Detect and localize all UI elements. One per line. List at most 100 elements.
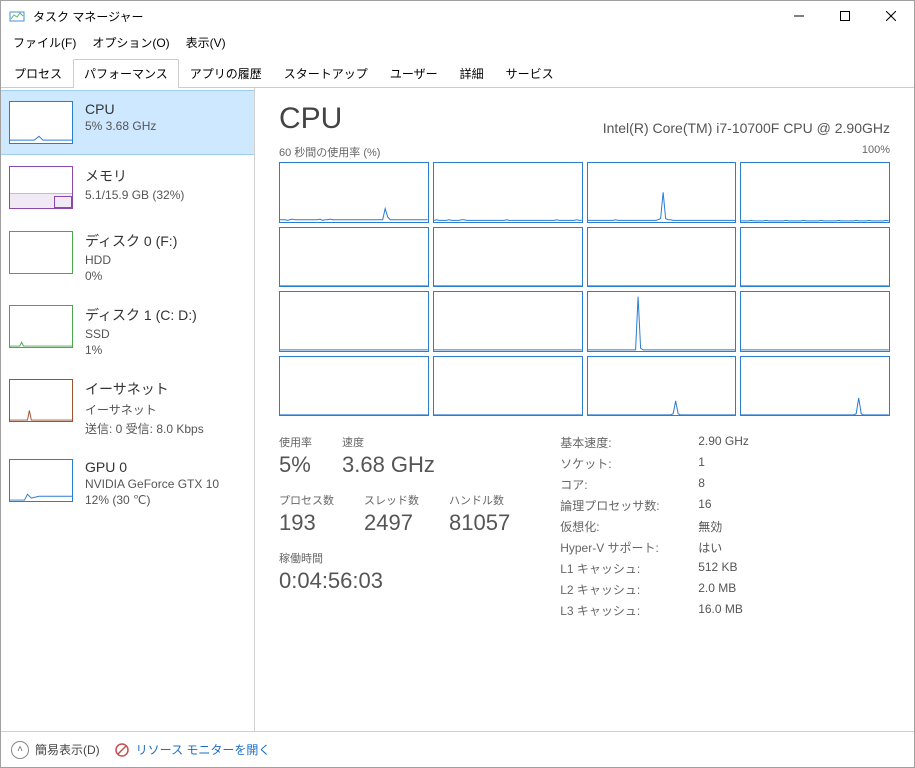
fewer-details-label: 簡易表示(D) (35, 741, 100, 758)
sidebar-eth-sub2: 送信: 0 受信: 8.0 Kbps (85, 420, 204, 437)
fewer-details-button[interactable]: ˄ 簡易表示(D) (11, 741, 100, 759)
sidebar-item-memory[interactable]: メモリ 5.1/15.9 GB (32%) (1, 155, 254, 220)
thumb-gpu0 (9, 459, 73, 502)
speed-label: 速度 (342, 434, 435, 450)
sidebar-eth-title: イーサネット (85, 379, 204, 399)
sidebar-item-ethernet[interactable]: イーサネット イーサネット 送信: 0 受信: 8.0 Kbps (1, 368, 254, 448)
thumb-cpu (9, 101, 73, 144)
cpu-core-cell-13 (433, 356, 583, 417)
sidebar-gpu-title: GPU 0 (85, 459, 219, 475)
chart-label-left: 60 秒間の使用率 (%) (279, 144, 380, 160)
cpu-core-cell-6 (587, 227, 737, 288)
sidebar-disk0-sub1: HDD (85, 253, 177, 267)
sidebar-memory-sub: 5.1/15.9 GB (32%) (85, 188, 184, 202)
chart-label-right: 100% (862, 144, 890, 160)
sidebar-disk0-title: ディスク 0 (F:) (85, 231, 177, 251)
handles-label: ハンドル数 (449, 492, 510, 508)
sidebar-disk0-sub2: 0% (85, 269, 177, 283)
page-title: CPU (279, 102, 342, 136)
processes-label: プロセス数 (279, 492, 334, 508)
menu-view[interactable]: 表示(V) (178, 32, 234, 53)
tab-app-history[interactable]: アプリの履歴 (179, 59, 273, 87)
sidebar-item-gpu0[interactable]: GPU 0 NVIDIA GeForce GTX 10 12% (30 ℃) (1, 448, 254, 518)
thumb-ethernet (9, 379, 73, 422)
cpu-core-cell-14 (587, 356, 737, 417)
base-speed-label: 基本速度: (560, 434, 690, 451)
threads-label: スレッド数 (364, 492, 419, 508)
app-icon (9, 8, 25, 24)
l3-value: 16.0 MB (698, 602, 749, 619)
minimize-button[interactable] (776, 1, 822, 31)
l2-label: L2 キャッシュ: (560, 581, 690, 598)
l1-value: 512 KB (698, 560, 749, 577)
l3-label: L3 キャッシュ: (560, 602, 690, 619)
virt-value: 無効 (698, 518, 749, 535)
tab-startup[interactable]: スタートアップ (273, 59, 379, 87)
content-area: CPU 5% 3.68 GHz メモリ 5.1/15.9 GB (32%) ディ… (1, 88, 914, 731)
titlebar[interactable]: タスク マネージャー (1, 1, 914, 31)
cpu-core-cell-4 (279, 227, 429, 288)
cpu-core-cell-11 (740, 291, 890, 352)
thumb-memory (9, 166, 73, 209)
cores-label: コア: (560, 476, 690, 493)
base-speed-value: 2.90 GHz (698, 434, 749, 451)
cpu-core-cell-10 (587, 291, 737, 352)
sidebar-item-disk0[interactable]: ディスク 0 (F:) HDD 0% (1, 220, 254, 294)
sockets-label: ソケット: (560, 455, 690, 472)
thumb-disk1 (9, 305, 73, 348)
sidebar-eth-sub1: イーサネット (85, 401, 204, 418)
chevron-up-icon: ˄ (11, 741, 29, 759)
maximize-button[interactable] (822, 1, 868, 31)
cpu-core-cell-3 (740, 162, 890, 223)
cpu-details: 基本速度: 2.90 GHz ソケット: 1 コア: 8 論理プロセッサ数: 16 仮想… (560, 434, 749, 619)
logical-value: 16 (698, 497, 749, 514)
l1-label: L1 キャッシュ: (560, 560, 690, 577)
sidebar: CPU 5% 3.68 GHz メモリ 5.1/15.9 GB (32%) ディ… (1, 88, 255, 731)
cpu-core-cell-1 (433, 162, 583, 223)
cpu-core-cell-15 (740, 356, 890, 417)
virt-label: 仮想化: (560, 518, 690, 535)
thumb-disk0 (9, 231, 73, 274)
sockets-value: 1 (698, 455, 749, 472)
uptime-label: 稼働時間 (279, 550, 383, 566)
menubar: ファイル(F) オプション(O) 表示(V) (1, 31, 914, 53)
uptime-value: 0:04:56:03 (279, 568, 383, 594)
menu-file[interactable]: ファイル(F) (5, 32, 84, 53)
sidebar-cpu-title: CPU (85, 101, 156, 117)
main-panel: CPU Intel(R) Core(TM) i7-10700F CPU @ 2.… (255, 88, 914, 731)
cpu-chart-grid[interactable] (279, 162, 890, 416)
hyperv-label: Hyper-V サポート: (560, 539, 690, 556)
speed-value: 3.68 GHz (342, 452, 435, 478)
threads-value: 2497 (364, 510, 419, 536)
utilization-value: 5% (279, 452, 312, 478)
cpu-core-cell-0 (279, 162, 429, 223)
stats-area: 使用率 5% 速度 3.68 GHz プロセス数 193 スレッド数 (279, 434, 890, 619)
sidebar-gpu-sub1: NVIDIA GeForce GTX 10 (85, 477, 219, 491)
sidebar-gpu-sub2: 12% (30 ℃) (85, 493, 219, 507)
tabs: プロセス パフォーマンス アプリの履歴 スタートアップ ユーザー 詳細 サービス (1, 53, 914, 88)
sidebar-item-cpu[interactable]: CPU 5% 3.68 GHz (1, 90, 254, 155)
cpu-core-cell-7 (740, 227, 890, 288)
cpu-core-cell-2 (587, 162, 737, 223)
close-button[interactable] (868, 1, 914, 31)
resource-monitor-icon (114, 742, 130, 758)
tab-details[interactable]: 詳細 (449, 59, 495, 87)
resource-monitor-link[interactable]: リソース モニターを開く (114, 741, 271, 758)
window-title: タスク マネージャー (33, 8, 776, 25)
logical-label: 論理プロセッサ数: (560, 497, 690, 514)
sidebar-cpu-sub: 5% 3.68 GHz (85, 119, 156, 133)
cpu-core-cell-5 (433, 227, 583, 288)
tab-users[interactable]: ユーザー (379, 59, 449, 87)
tab-processes[interactable]: プロセス (3, 59, 73, 87)
sidebar-item-disk1[interactable]: ディスク 1 (C: D:) SSD 1% (1, 294, 254, 368)
handles-value: 81057 (449, 510, 510, 536)
tab-performance[interactable]: パフォーマンス (73, 59, 179, 87)
cpu-model: Intel(R) Core(TM) i7-10700F CPU @ 2.90GH… (603, 120, 890, 136)
cpu-core-cell-9 (433, 291, 583, 352)
cores-value: 8 (698, 476, 749, 493)
tab-services[interactable]: サービス (495, 59, 565, 87)
menu-options[interactable]: オプション(O) (84, 32, 177, 53)
resource-monitor-label: リソース モニターを開く (136, 741, 271, 758)
l2-value: 2.0 MB (698, 581, 749, 598)
sidebar-disk1-sub2: 1% (85, 343, 197, 357)
